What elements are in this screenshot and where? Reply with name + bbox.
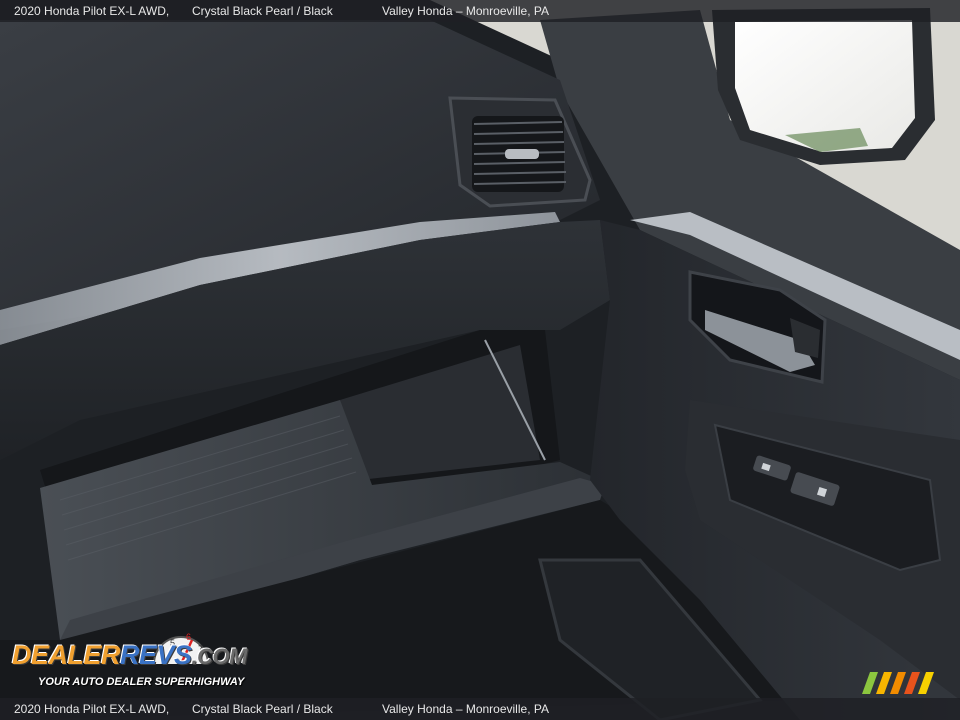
vehicle-title: 2020 Honda Pilot EX-L AWD, bbox=[14, 4, 170, 18]
vehicle-color: Crystal Black Pearl / Black bbox=[192, 702, 333, 716]
logo-part-dealer: DEALER bbox=[12, 640, 121, 670]
vehicle-title: 2020 Honda Pilot EX-L AWD, bbox=[14, 702, 170, 716]
dealer-name: Valley Honda – Monroeville, PA bbox=[382, 4, 549, 18]
vehicle-color: Crystal Black Pearl / Black bbox=[192, 4, 333, 18]
logo-part-revs: REVS bbox=[120, 640, 192, 670]
logo-tagline: YOUR AUTO DEALER SUPERHIGHWAY bbox=[38, 676, 245, 688]
dealerrevs-watermark: 4 5 6 7 DEALERREVS.COM YOUR AUTO DEALER … bbox=[10, 624, 270, 696]
stripes-logo-icon bbox=[862, 672, 934, 694]
dealerrevs-logo-text: DEALERREVS.COM bbox=[12, 640, 248, 671]
car-interior-photo bbox=[0, 0, 960, 720]
logo-part-com: .COM bbox=[191, 644, 248, 669]
side-mirror bbox=[712, 8, 935, 165]
caption-bar-top: 2020 Honda Pilot EX-L AWD, Crystal Black… bbox=[0, 0, 960, 22]
dealer-name: Valley Honda – Monroeville, PA bbox=[382, 702, 549, 716]
caption-bar-bottom: 2020 Honda Pilot EX-L AWD, Crystal Black… bbox=[0, 698, 960, 720]
photo-stage: 2020 Honda Pilot EX-L AWD, Crystal Black… bbox=[0, 0, 960, 720]
